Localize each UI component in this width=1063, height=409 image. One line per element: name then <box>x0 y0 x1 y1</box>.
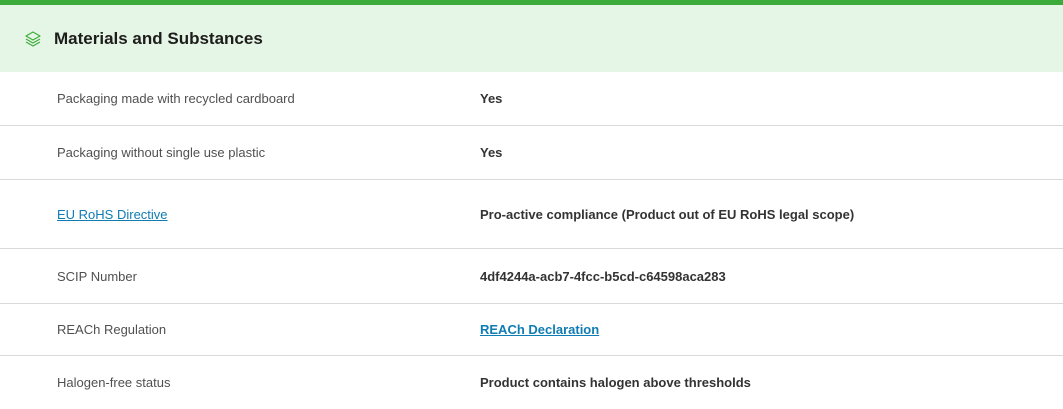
row-label: Packaging made with recycled cardboard <box>57 91 295 106</box>
table-row: EU RoHS Directive Pro-active compliance … <box>0 180 1063 249</box>
table-row: SCIP Number 4df4244a-acb7-4fcc-b5cd-c645… <box>0 249 1063 304</box>
section-header[interactable]: Materials and Substances <box>0 5 1063 72</box>
table-row: REACh Regulation REACh Declaration <box>0 304 1063 356</box>
layers-icon <box>24 30 42 48</box>
table-row: Halogen-free status Product contains hal… <box>0 356 1063 409</box>
row-value: Pro-active compliance (Product out of EU… <box>480 206 855 222</box>
row-label: Packaging without single use plastic <box>57 145 266 160</box>
row-value: Yes <box>480 91 503 106</box>
eu-rohs-directive-link[interactable]: EU RoHS Directive <box>57 207 168 222</box>
table-row: Packaging without single use plastic Yes <box>0 126 1063 180</box>
row-value: REACh Declaration <box>480 321 900 338</box>
row-label: SCIP Number <box>57 268 137 284</box>
row-value: 4df4244a-acb7-4fcc-b5cd-c64598aca283 <box>480 268 726 284</box>
row-label: EU RoHS Directive <box>0 207 480 222</box>
row-value: Yes <box>480 145 503 160</box>
table-row: Packaging made with recycled cardboard Y… <box>0 72 1063 126</box>
row-value: Product contains halogen above threshold… <box>480 375 751 390</box>
row-label: Halogen-free status <box>57 375 171 390</box>
row-label: REACh Regulation <box>57 322 167 337</box>
reach-declaration-link[interactable]: REACh Declaration <box>480 322 599 337</box>
materials-substances-panel: Materials and Substances Packaging made … <box>0 0 1063 409</box>
section-title: Materials and Substances <box>54 28 263 48</box>
